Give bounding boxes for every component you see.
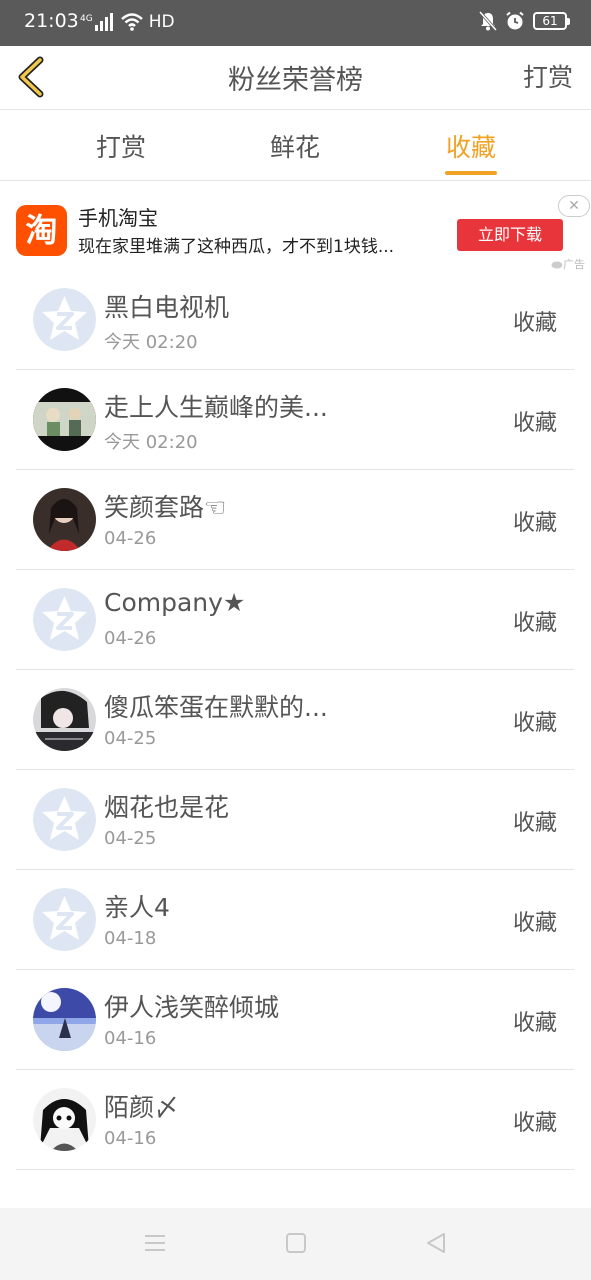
avatar (33, 788, 96, 851)
list-item[interactable]: 伊人浅笑醉倾城 04-16 收藏 (16, 970, 574, 1070)
default-avatar-icon (33, 788, 96, 851)
fan-action-label: 收藏 (512, 511, 557, 536)
avatar (33, 1088, 96, 1151)
fan-time: 04-25 (104, 728, 157, 749)
list-item[interactable]: 黑白电视机 今天 02:20 收藏 (16, 270, 574, 370)
photo-avatar-icon (33, 488, 96, 551)
system-nav-bar (0, 1208, 591, 1280)
fan-time: 今天 02:20 (104, 332, 198, 353)
list-item[interactable]: 亲人4 04-18 收藏 (16, 870, 574, 970)
reward-button[interactable]: 打赏 (523, 58, 573, 94)
fan-action-label: 收藏 (512, 311, 557, 336)
default-avatar-icon (33, 888, 96, 951)
fan-action-label: 收藏 (512, 811, 557, 836)
tab-favorites[interactable]: 收藏 (445, 128, 497, 181)
ad-banner[interactable]: 淘 手机淘宝 现在家里堆满了这种西瓜，才不到1块钱... 立即下载 ✕ 广告 (0, 182, 591, 274)
hd-label: HD (148, 12, 175, 32)
ad-eye-icon (551, 261, 563, 269)
photo-avatar-icon (33, 388, 96, 451)
fan-action-label: 收藏 (512, 711, 557, 736)
close-icon: ✕ (568, 198, 580, 214)
taobao-logo-icon: 淘 (16, 205, 67, 256)
default-avatar-icon (33, 588, 96, 651)
fan-list: 黑白电视机 今天 02:20 收藏 走上人生巅峰的美... 今天 02:20 收… (16, 270, 574, 1170)
fan-action-label: 收藏 (512, 1011, 557, 1036)
fan-action-label: 收藏 (512, 611, 557, 636)
status-left-icons: 4G HD (80, 12, 175, 32)
nav-home-button[interactable] (283, 1230, 309, 1256)
avatar (33, 688, 96, 751)
ad-title: 手机淘宝 (78, 206, 158, 230)
nav-menu-button[interactable] (142, 1230, 168, 1256)
status-time: 21:03 (24, 10, 79, 32)
fan-action-label: 收藏 (512, 411, 557, 436)
wifi-icon (120, 13, 143, 31)
fan-time: 04-18 (104, 928, 157, 949)
fan-name: 亲人4 (104, 893, 170, 922)
avatar (33, 988, 96, 1051)
tab-flowers[interactable]: 鲜花 (269, 128, 321, 181)
list-item[interactable]: 傻瓜笨蛋在默默的... 04-25 收藏 (16, 670, 574, 770)
fan-name: 黑白电视机 (104, 293, 230, 322)
fan-name: Company★ (104, 588, 246, 617)
photo-avatar-icon (33, 1088, 96, 1151)
menu-icon (145, 1235, 165, 1251)
home-square-icon (286, 1233, 306, 1253)
ad-description: 现在家里堆满了这种西瓜，才不到1块钱... (78, 237, 395, 257)
list-item[interactable]: 烟花也是花 04-25 收藏 (16, 770, 574, 870)
status-right-icons: 61 (479, 11, 570, 31)
network-label: 4G (80, 14, 93, 24)
list-item[interactable]: 走上人生巅峰的美... 今天 02:20 收藏 (16, 370, 574, 470)
photo-avatar-icon (33, 688, 96, 751)
triangle-back-icon (427, 1233, 445, 1253)
fan-time: 04-16 (104, 1128, 157, 1149)
fan-name: 笑颜套路☜ (104, 493, 227, 522)
mute-bell-icon (479, 11, 497, 31)
tab-reward[interactable]: 打赏 (95, 128, 147, 181)
battery-indicator: 61 (533, 12, 570, 30)
list-item[interactable]: 笑颜套路☜ 04-26 收藏 (16, 470, 574, 570)
fan-name: 傻瓜笨蛋在默默的... (104, 693, 328, 722)
fan-name: 烟花也是花 (104, 793, 230, 822)
list-item[interactable]: Company★ 04-26 收藏 (16, 570, 574, 670)
alarm-icon (506, 11, 524, 30)
signal-icon (94, 13, 113, 31)
fan-time: 04-26 (104, 528, 157, 549)
photo-avatar-icon (33, 988, 96, 1051)
avatar (33, 488, 96, 551)
title-bar: 粉丝荣誉榜 打赏 (0, 46, 591, 110)
tab-bar: 打赏 鲜花 收藏 (0, 111, 591, 181)
fan-name: 走上人生巅峰的美... (104, 393, 328, 422)
fan-action-label: 收藏 (512, 1111, 557, 1136)
ad-close-button[interactable]: ✕ (558, 195, 590, 217)
nav-back-button[interactable] (423, 1230, 449, 1256)
fan-time: 04-25 (104, 828, 157, 849)
page-title: 粉丝荣誉榜 (228, 65, 363, 96)
fan-time: 今天 02:20 (104, 432, 198, 453)
default-avatar-icon (33, 288, 96, 351)
fan-time: 04-26 (104, 628, 157, 649)
list-item[interactable]: 陌颜〆 04-16 收藏 (16, 1070, 574, 1170)
fan-time: 04-16 (104, 1028, 157, 1049)
fan-action-label: 收藏 (512, 911, 557, 936)
ad-download-button[interactable]: 立即下载 (457, 219, 563, 251)
avatar (33, 888, 96, 951)
avatar (33, 388, 96, 451)
fan-name: 伊人浅笑醉倾城 (104, 993, 280, 1022)
status-bar: 21:03 4G HD 61 (0, 0, 591, 46)
avatar (33, 288, 96, 351)
fan-name: 陌颜〆 (104, 1093, 180, 1122)
avatar (33, 588, 96, 651)
